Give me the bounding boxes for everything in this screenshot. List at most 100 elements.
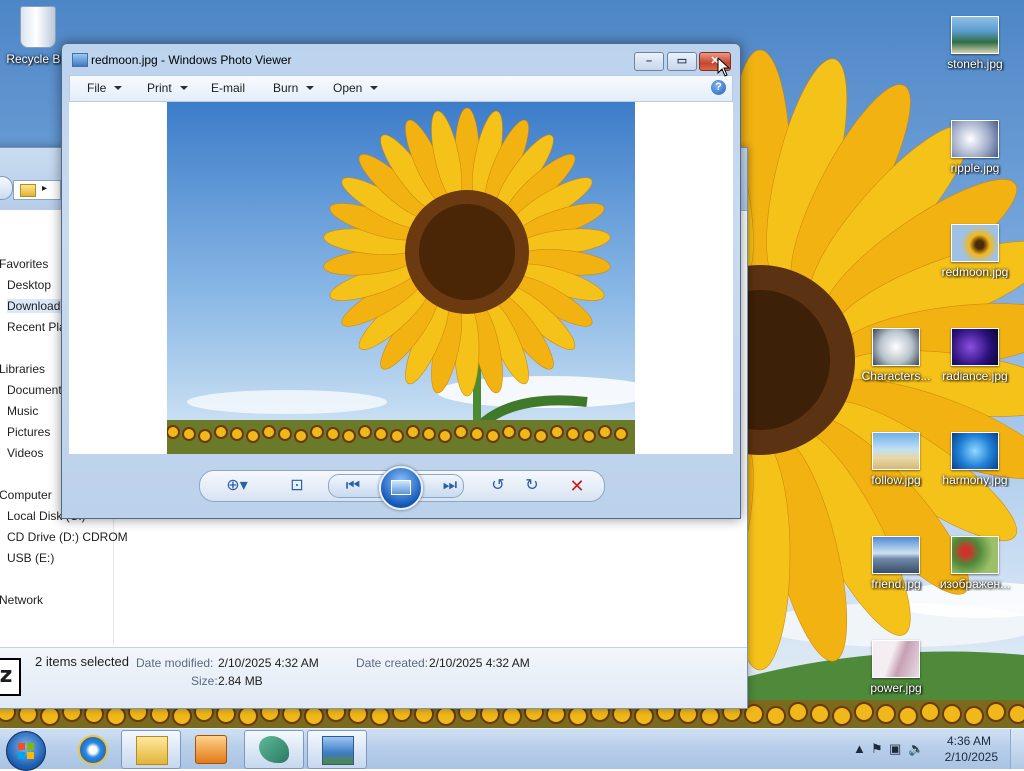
help-icon[interactable]: ? — [711, 80, 726, 95]
nav-network[interactable]: Network — [0, 593, 43, 607]
taskbar-file-explorer[interactable] — [121, 730, 181, 769]
image-file-icon — [872, 640, 920, 678]
field-flower-shape — [310, 425, 324, 439]
field-flower-shape — [326, 427, 340, 441]
desktop-icon-label: Characters... — [861, 369, 931, 383]
field-flower-shape — [454, 425, 468, 439]
field-flower-shape — [614, 427, 628, 441]
photo-viewer-window[interactable]: redmoon.jpg - Windows Photo Viewer – ▭ ✕… — [61, 43, 741, 519]
mouse-cursor — [717, 57, 731, 77]
nav-videos[interactable]: Videos — [7, 446, 43, 460]
nav-usb[interactable]: USB (E:) — [7, 551, 54, 565]
field-flower-shape — [238, 706, 258, 726]
next-button[interactable]: ⏭ — [435, 471, 465, 501]
desktop-icon-label: ripple.jpg — [950, 161, 1000, 175]
clock-date[interactable]: 2/10/2025 — [945, 750, 998, 764]
show-hidden-icons-icon[interactable]: ▲ — [853, 741, 866, 756]
desktop-icon-ripple[interactable]: ripple.jpg — [935, 120, 1015, 175]
menu-email[interactable]: E-mail — [211, 81, 245, 95]
desktop-icon-label: follow.jpg — [871, 473, 921, 487]
nav-pictures[interactable]: Pictures — [7, 425, 50, 439]
nav-libraries[interactable]: Libraries — [0, 362, 45, 376]
action-center-flag-icon[interactable]: ⚑ — [871, 741, 883, 757]
desktop-icon-izobrazhen[interactable]: изображен... — [935, 536, 1015, 591]
delete-button[interactable]: ✕ — [562, 471, 592, 501]
field-flower-shape — [964, 706, 984, 726]
rotate-clockwise-button[interactable]: ↻ — [517, 471, 547, 501]
rotate-clockwise-icon: ↻ — [525, 477, 539, 494]
slideshow-button[interactable] — [379, 466, 423, 510]
taskbar-dragon-app[interactable] — [244, 730, 304, 769]
menu-print[interactable]: Print — [147, 81, 188, 95]
desktop-icon-friend[interactable]: friend.jpg — [856, 536, 936, 591]
nav-desktop[interactable]: Desktop — [7, 278, 51, 292]
field-flower-shape — [598, 425, 612, 439]
field-flower-shape — [634, 706, 654, 726]
nav-documents[interactable]: Document — [7, 383, 62, 397]
slideshow-icon — [391, 480, 411, 495]
network-icon[interactable]: ▣ — [889, 741, 901, 757]
selection-count: 2 items selected — [35, 654, 129, 669]
minimize-button[interactable]: – — [634, 52, 664, 71]
chevron-down-icon — [179, 86, 188, 90]
nav-cd-drive[interactable]: CD Drive (D:) CDROM — [7, 530, 128, 544]
folder-icon — [20, 184, 36, 197]
previous-button[interactable]: ⏮ — [338, 471, 368, 501]
nav-music[interactable]: Music — [7, 404, 38, 418]
field-flower-shape — [1008, 704, 1024, 724]
photo-viewer-icon — [322, 736, 354, 765]
windows-logo-icon — [18, 743, 34, 759]
maximize-button[interactable]: ▭ — [667, 52, 697, 71]
menu-file[interactable]: File — [87, 81, 123, 95]
field-flower-shape — [246, 429, 260, 443]
clock-time[interactable]: 4:36 AM — [947, 734, 991, 748]
nav-computer[interactable]: Computer — [0, 488, 52, 502]
rotate-counterclockwise-button[interactable]: ↺ — [483, 471, 513, 501]
image-file-icon — [872, 536, 920, 574]
menu-print-label: Print — [147, 81, 172, 95]
show-desktop-button[interactable] — [1010, 729, 1024, 769]
taskbar: ▲ ⚑ ▣ 🔈 4:36 AM 2/10/2025 — [0, 728, 1024, 771]
zoom-icon: ⊕▾ — [226, 477, 248, 494]
field-flower-shape — [390, 429, 404, 443]
notification-area: ▲ ⚑ ▣ 🔈 4:36 AM 2/10/2025 — [844, 729, 1024, 769]
field-flower-shape — [374, 427, 388, 441]
address-bar[interactable]: ▸ — [13, 180, 61, 200]
menu-bar: File Print E-mail Burn Open ? — [69, 75, 733, 102]
title-bar[interactable]: redmoon.jpg - Windows Photo Viewer – ▭ ✕ — [62, 44, 740, 74]
start-button[interactable] — [6, 731, 46, 771]
menu-open[interactable]: Open — [333, 81, 379, 95]
sunflower-photo — [167, 102, 635, 454]
field-flower-shape — [876, 704, 896, 724]
desktop-icon-stoneh[interactable]: stoneh.jpg — [935, 16, 1015, 71]
desktop-icon-characters[interactable]: Characters... — [856, 328, 936, 383]
desktop-icon-label: power.jpg — [870, 681, 922, 695]
nav-recent-places[interactable]: Recent Pla — [7, 320, 66, 334]
fit-window-button[interactable]: ⊡ — [282, 471, 312, 501]
field-flower-shape — [198, 429, 212, 443]
desktop-icon-redmoon[interactable]: redmoon.jpg — [935, 224, 1015, 279]
field-flower-shape — [422, 427, 436, 441]
menu-burn[interactable]: Burn — [273, 81, 315, 95]
taskbar-media-player[interactable] — [181, 730, 239, 767]
desktop-icon-follow[interactable]: follow.jpg — [856, 432, 936, 487]
date-created-value: 2/10/2025 4:32 AM — [429, 656, 530, 670]
nav-downloads[interactable]: Download — [7, 299, 69, 313]
back-button[interactable] — [0, 176, 13, 200]
taskbar-photo-viewer[interactable] — [307, 730, 367, 769]
image-canvas[interactable] — [69, 102, 733, 454]
taskbar-internet-explorer[interactable] — [62, 730, 120, 767]
desktop-icon-radiance[interactable]: radiance.jpg — [935, 328, 1015, 383]
nav-favorites[interactable]: Favorites — [0, 257, 48, 271]
field-flower-shape — [370, 706, 390, 726]
volume-muted-icon[interactable]: 🔈 — [908, 741, 924, 757]
desktop-icon-harmony[interactable]: harmony.jpg — [935, 432, 1015, 487]
desktop-icon-power[interactable]: power.jpg — [856, 640, 936, 695]
rotate-counterclockwise-icon: ↺ — [491, 477, 505, 494]
field-flower-shape — [582, 429, 596, 443]
zoom-button[interactable]: ⊕▾ — [222, 471, 252, 501]
next-icon: ⏭ — [442, 477, 458, 494]
field-flower-shape — [40, 706, 60, 726]
window-title: redmoon.jpg - Windows Photo Viewer — [91, 53, 292, 67]
chevron-right-icon: ▸ — [42, 183, 48, 194]
